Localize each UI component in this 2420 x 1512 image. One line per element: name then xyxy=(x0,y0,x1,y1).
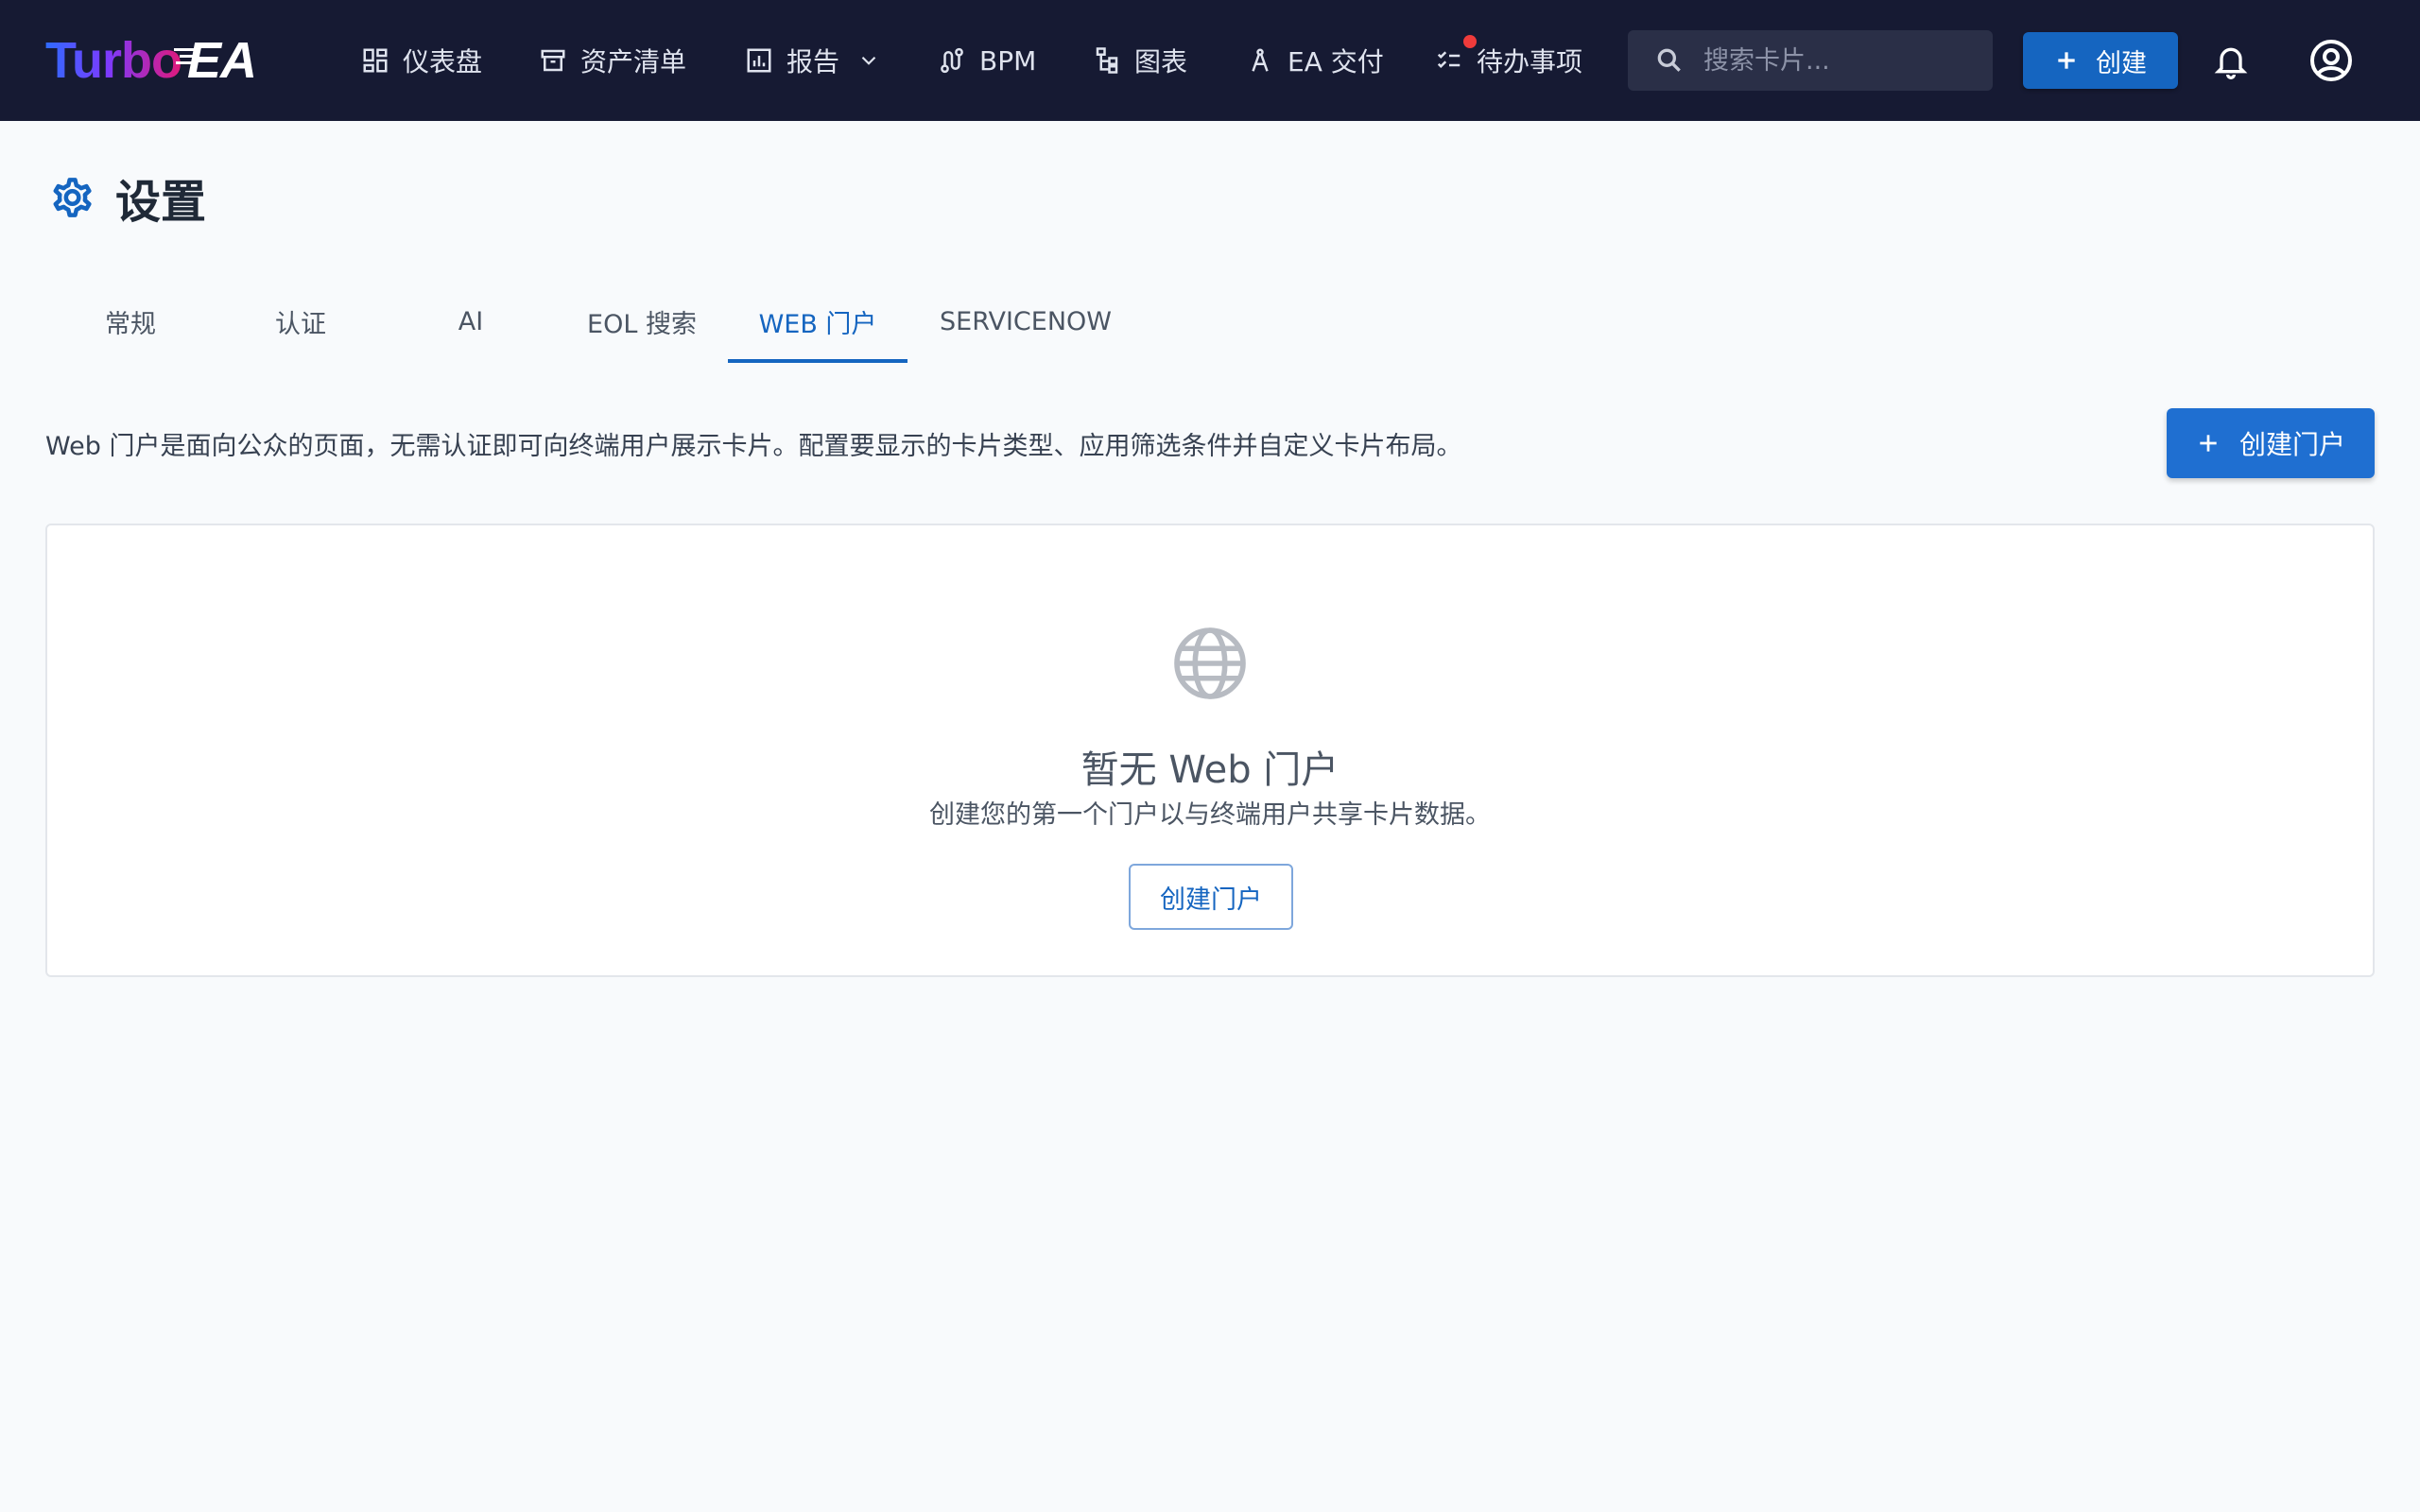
nav-item-label: 报告 xyxy=(786,46,840,77)
tab-servicenow[interactable]: SERVICENOW xyxy=(908,280,1144,363)
settings-tabs: 常规 认证 AI EOL 搜索 WEB 门户 SERVICENOW xyxy=(45,280,1144,363)
create-button-label: 创建 xyxy=(2096,48,2147,78)
logo-ea-text: EA xyxy=(173,31,257,90)
app-logo[interactable]: Turbo EA xyxy=(45,28,257,93)
empty-state-subtitle: 创建您的第一个门户以与终端用户共享卡片数据。 xyxy=(929,800,1491,830)
gear-icon xyxy=(53,178,92,217)
tab-ai[interactable]: AI xyxy=(386,280,556,363)
nav-item-label: 资产清单 xyxy=(580,46,687,77)
page-title-text: 设置 xyxy=(115,176,207,229)
create-portal-label: 创建门户 xyxy=(2238,429,2345,460)
notification-dot xyxy=(1463,35,1477,48)
search-bar[interactable] xyxy=(1628,30,1993,91)
nav-item-dashboard[interactable]: 仪表盘 xyxy=(361,0,482,121)
account-button[interactable] xyxy=(2308,38,2354,83)
tab-general[interactable]: 常规 xyxy=(45,280,216,363)
dashboard-icon xyxy=(363,48,388,73)
search-input[interactable] xyxy=(1703,45,1968,76)
route-icon xyxy=(941,47,963,74)
plus-icon xyxy=(2058,52,2075,69)
diagram-icon xyxy=(1096,47,1118,74)
empty-state-panel: 暂无 Web 门户 创建您的第一个门户以与终端用户共享卡片数据。 创建门户 xyxy=(45,524,2375,977)
bell-icon xyxy=(2214,47,2248,79)
nav-item-reports[interactable]: 报告 xyxy=(745,0,881,121)
nav-item-todos[interactable]: 待办事项 xyxy=(1435,0,1582,121)
nav-item-label: 仪表盘 xyxy=(403,46,483,77)
nav-item-inventory[interactable]: 资产清单 xyxy=(539,0,686,121)
web-portal-description: Web 门户是面向公众的页面，无需认证即可向终端用户展示卡片。配置要显示的卡片类… xyxy=(45,432,1462,461)
top-navigation-bar: Turbo EA 仪表盘 资产清单 报告 BPM 图表 EA 交付 待办事项 搜… xyxy=(0,0,2420,121)
tab-web-portal[interactable]: WEB 门户 xyxy=(728,280,908,363)
search-icon xyxy=(1657,48,1681,72)
empty-state-title: 暂无 Web 门户 xyxy=(1080,748,1340,792)
plus-icon xyxy=(2200,435,2217,452)
checklist-icon xyxy=(1437,51,1461,69)
compass-icon xyxy=(1252,48,1269,72)
page-title: 设置 xyxy=(45,166,206,229)
empty-state-create-portal-button[interactable]: 创建门户 xyxy=(1129,864,1293,930)
tab-authentication[interactable]: 认证 xyxy=(216,280,386,363)
nav-item-label: 待办事项 xyxy=(1477,46,1583,77)
create-button[interactable]: 创建 xyxy=(2023,32,2178,89)
globe-icon xyxy=(1174,627,1246,699)
report-chart-icon xyxy=(747,48,771,73)
notifications-button[interactable] xyxy=(2208,38,2254,83)
logo-turbo-text: Turbo xyxy=(45,32,182,89)
create-portal-button[interactable]: 创建门户 xyxy=(2167,408,2375,478)
archive-icon xyxy=(541,49,565,72)
chevron-down-icon xyxy=(861,56,876,65)
nav-item-ea-delivery[interactable]: EA 交付 xyxy=(1246,0,1384,121)
nav-item-label: EA 交付 xyxy=(1288,46,1384,77)
nav-item-bpm[interactable]: BPM xyxy=(938,0,1036,121)
nav-item-label: 图表 xyxy=(1134,46,1188,77)
nav-item-label: BPM xyxy=(979,44,1037,77)
account-circle-icon xyxy=(2310,40,2352,81)
tab-eol-search[interactable]: EOL 搜索 xyxy=(556,280,728,363)
speed-lines-icon xyxy=(173,48,199,64)
checklist-icon-wrapper xyxy=(1435,35,1477,75)
nav-item-diagrams[interactable]: 图表 xyxy=(1093,0,1187,121)
